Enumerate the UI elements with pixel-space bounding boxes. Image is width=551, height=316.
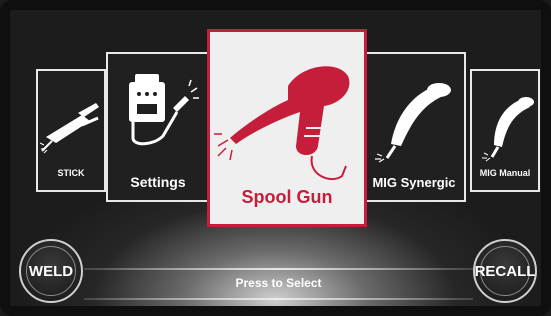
mode-card-label: STICK bbox=[57, 168, 85, 178]
settings-machine-icon bbox=[129, 74, 199, 146]
mig-torch-icon bbox=[375, 83, 451, 163]
mode-card-label: MIG Synergic bbox=[372, 175, 456, 190]
mode-card-label: MIG Manual bbox=[479, 168, 531, 178]
recall-button-label: RECALL bbox=[474, 262, 536, 280]
press-to-select-hint: Press to Select bbox=[235, 276, 322, 290]
mode-card-stick[interactable]: STICK bbox=[36, 69, 106, 192]
divider-bottom bbox=[84, 298, 473, 300]
mig-torch-icon bbox=[482, 97, 534, 162]
mode-card-label: Spool Gun bbox=[241, 187, 333, 207]
mode-card-spool-gun[interactable]: Spool Gun bbox=[207, 29, 367, 227]
spool-gun-icon bbox=[214, 66, 350, 181]
stick-electrode-icon bbox=[39, 103, 99, 154]
mode-card-label: Settings bbox=[130, 174, 186, 190]
mode-card-mig-synergic[interactable]: MIG Synergic bbox=[362, 52, 466, 202]
recall-button[interactable]: RECALL bbox=[473, 239, 537, 303]
divider-top bbox=[84, 268, 473, 270]
weld-button-label: WELD bbox=[28, 262, 74, 280]
mode-card-mig-manual[interactable]: MIG Manual bbox=[470, 69, 540, 192]
mode-card-settings[interactable]: Settings bbox=[106, 52, 210, 202]
weld-button[interactable]: WELD bbox=[19, 239, 83, 303]
